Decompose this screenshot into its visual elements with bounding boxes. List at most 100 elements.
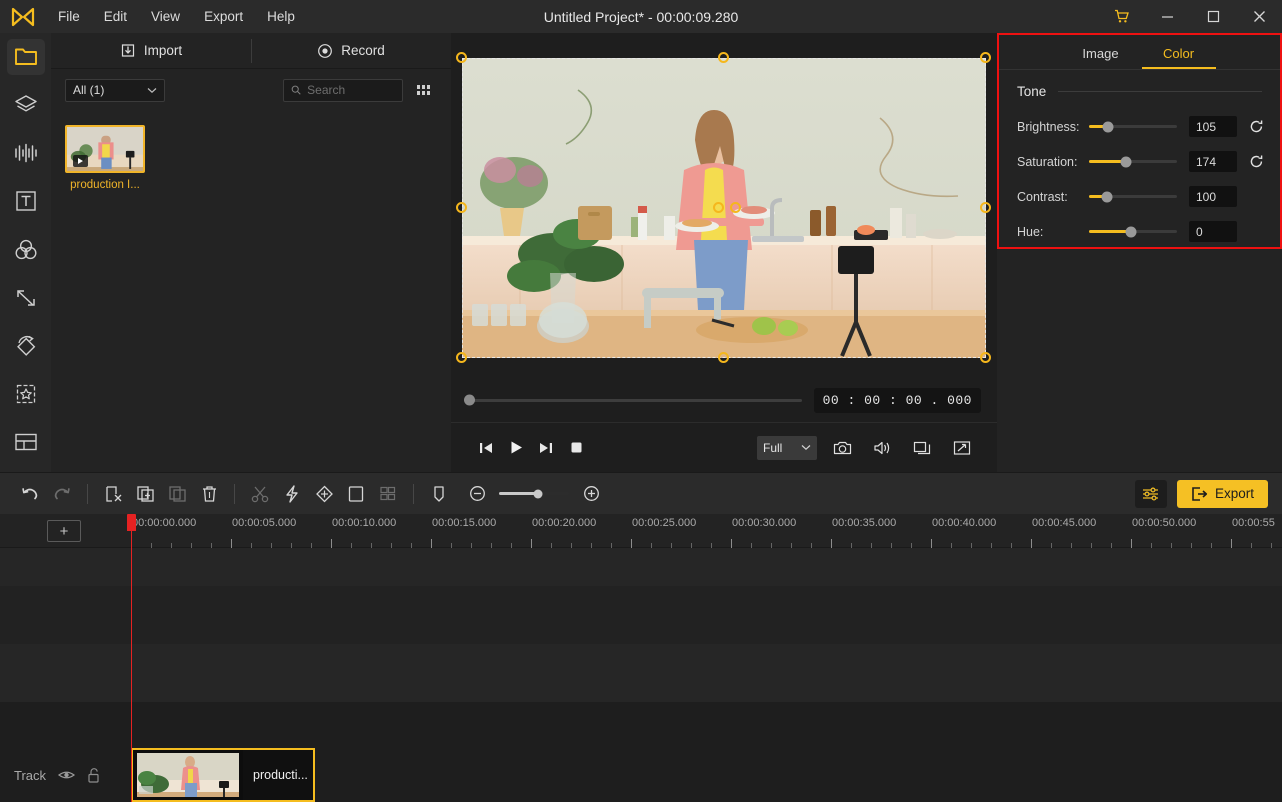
rail-item-text[interactable] xyxy=(7,183,45,219)
add-track-button[interactable]: + xyxy=(47,520,81,542)
resize-handle-top-center[interactable] xyxy=(718,52,729,63)
zoom-out-icon[interactable] xyxy=(461,479,493,509)
tab-record[interactable]: Record xyxy=(251,33,451,69)
unlock-icon[interactable] xyxy=(87,767,100,783)
menu-view[interactable]: View xyxy=(139,4,192,29)
minimize-icon[interactable] xyxy=(1144,0,1190,33)
brightness-value[interactable]: 105 xyxy=(1189,116,1237,137)
playhead-handle[interactable] xyxy=(127,514,136,531)
marker-icon[interactable] xyxy=(423,479,455,509)
crop-square-icon[interactable] xyxy=(340,479,372,509)
timeline-lane[interactable] xyxy=(0,644,1282,702)
resize-handle-top-left[interactable] xyxy=(456,52,467,63)
trash-icon[interactable] xyxy=(193,479,225,509)
timeline-ruler[interactable]: 00:00:00.000 00:00:05.000 00:00:10.000 0… xyxy=(131,514,1282,548)
rail-item-stickers[interactable] xyxy=(7,87,45,123)
hue-value[interactable]: 0 xyxy=(1189,221,1237,242)
rail-item-overlays[interactable] xyxy=(7,376,45,412)
brightness-slider[interactable] xyxy=(1089,121,1177,132)
media-list-item[interactable]: production I... xyxy=(65,125,145,191)
maximize-icon[interactable] xyxy=(1190,0,1236,33)
mosaic-grid-icon[interactable] xyxy=(372,479,404,509)
scrubber-knob[interactable] xyxy=(464,394,475,406)
resize-handle-bottom-left[interactable] xyxy=(456,352,467,363)
rail-item-media[interactable] xyxy=(6,39,45,76)
undo-icon[interactable] xyxy=(14,479,46,509)
tab-image[interactable]: Image xyxy=(1062,37,1140,69)
fullscreen-icon[interactable] xyxy=(947,433,977,463)
lightning-icon[interactable] xyxy=(276,479,308,509)
media-toolbar: All (1) xyxy=(51,69,451,111)
stop-icon[interactable] xyxy=(561,433,591,463)
import-icon xyxy=(121,43,134,57)
media-tab-bar: Import Record xyxy=(51,33,451,69)
next-frame-icon[interactable] xyxy=(531,433,561,463)
brightness-reset-icon[interactable] xyxy=(1243,114,1269,140)
rail-item-effects[interactable] xyxy=(7,328,45,364)
stickers-layers-icon xyxy=(14,95,37,112)
eye-icon[interactable] xyxy=(58,769,76,781)
scissors-icon[interactable] xyxy=(244,479,276,509)
contrast-slider[interactable] xyxy=(1089,191,1177,202)
prev-frame-icon[interactable] xyxy=(471,433,501,463)
ruler-label: 00:00:15.000 xyxy=(432,517,497,529)
rail-item-audio[interactable] xyxy=(7,135,45,171)
split-clip-icon[interactable] xyxy=(97,479,129,509)
rail-item-split-screen[interactable] xyxy=(7,424,45,460)
play-icon[interactable] xyxy=(501,433,531,463)
search-input[interactable] xyxy=(283,78,403,102)
timeline-zoom-slider[interactable] xyxy=(499,489,569,498)
timeline-lane[interactable] xyxy=(0,702,1282,748)
rail-item-transitions[interactable] xyxy=(7,280,45,316)
saturation-value[interactable]: 174 xyxy=(1189,151,1237,172)
resize-handle-bottom-center[interactable] xyxy=(718,352,729,363)
rotation-handle-center[interactable] xyxy=(730,202,741,213)
resize-handle-middle-right[interactable] xyxy=(980,202,991,213)
resize-handle-bottom-right[interactable] xyxy=(980,352,991,363)
keyframe-diamond-icon[interactable] xyxy=(308,479,340,509)
tab-color[interactable]: Color xyxy=(1140,37,1218,69)
ruler-tick xyxy=(831,539,832,548)
toolbar-divider xyxy=(413,483,414,504)
hue-slider[interactable] xyxy=(1089,226,1177,237)
ruler-tick xyxy=(931,539,932,548)
tab-import-label: Import xyxy=(143,43,183,58)
resize-handle-middle-left[interactable] xyxy=(456,202,467,213)
redo-icon[interactable] xyxy=(46,479,78,509)
speaker-icon[interactable] xyxy=(867,433,897,463)
video-preview[interactable] xyxy=(456,52,991,363)
preview-panel: 00 : 00 : 00 . 000 Full xyxy=(451,33,997,472)
track-label: Track xyxy=(14,767,47,783)
menu-file[interactable]: File xyxy=(46,4,92,29)
timeline-clip[interactable]: producti... xyxy=(131,748,315,802)
shopping-cart-icon[interactable] xyxy=(1100,0,1144,33)
media-item-label: production I... xyxy=(70,179,140,191)
export-button[interactable]: Export xyxy=(1176,479,1268,508)
grid-view-icon[interactable] xyxy=(413,78,437,102)
resize-handle-top-right[interactable] xyxy=(980,52,991,63)
menu-export[interactable]: Export xyxy=(192,4,255,29)
zoom-in-icon[interactable] xyxy=(575,479,607,509)
timeline-playhead[interactable] xyxy=(127,514,136,802)
quality-select[interactable]: Full xyxy=(757,435,817,460)
search-field[interactable] xyxy=(307,83,395,97)
timeline-lane[interactable] xyxy=(0,586,1282,644)
copy-icon[interactable] xyxy=(161,479,193,509)
media-thumbnail[interactable] xyxy=(65,125,145,173)
rail-item-filters[interactable] xyxy=(7,231,45,267)
preview-scrubber[interactable] xyxy=(464,394,802,406)
media-filter-select[interactable]: All (1) xyxy=(65,78,165,102)
saturation-reset-icon[interactable] xyxy=(1243,149,1269,175)
camera-icon[interactable] xyxy=(827,433,857,463)
tab-import[interactable]: Import xyxy=(51,33,251,69)
menu-help[interactable]: Help xyxy=(255,4,307,29)
duplicate-add-icon[interactable] xyxy=(129,479,161,509)
contrast-value[interactable]: 100 xyxy=(1189,186,1237,207)
close-icon[interactable] xyxy=(1236,0,1282,33)
saturation-slider[interactable] xyxy=(1089,156,1177,167)
menu-edit[interactable]: Edit xyxy=(92,4,139,29)
window-icon[interactable] xyxy=(907,433,937,463)
track-clip-lane[interactable]: producti... xyxy=(131,748,1282,802)
sliders-settings-icon[interactable] xyxy=(1134,479,1167,508)
anchor-handle-center[interactable] xyxy=(713,202,724,213)
